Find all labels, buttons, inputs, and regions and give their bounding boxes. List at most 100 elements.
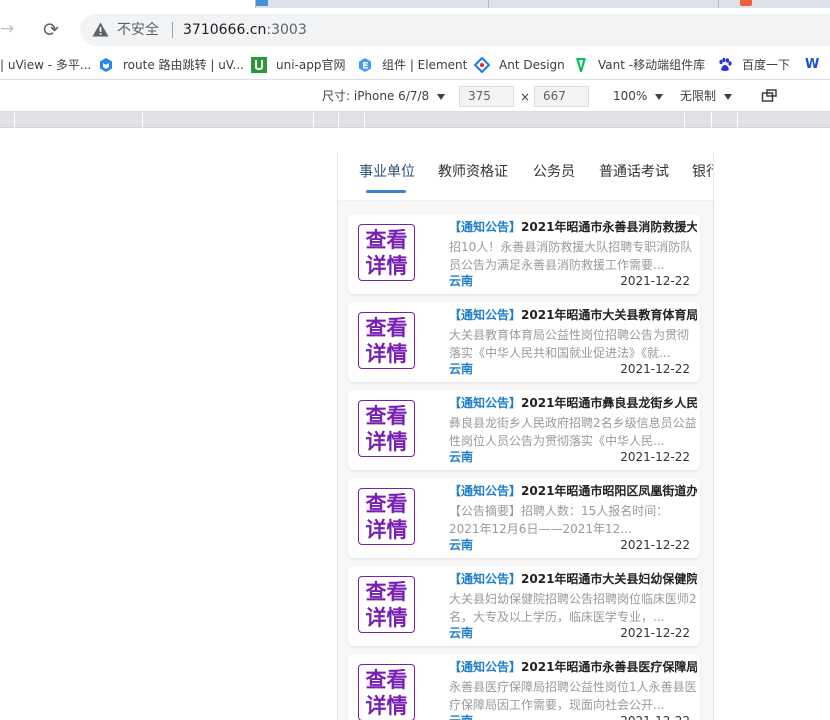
- card-title[interactable]: 【通知公告】2021年昭通市昭阳区凤凰街道办: [449, 483, 697, 499]
- card-region: 云南: [449, 450, 474, 464]
- device-select[interactable]: 尺寸: iPhone 6/7/8: [322, 88, 446, 104]
- bookmark-label: 组件 | Element: [382, 58, 468, 72]
- browser-toolbar: → ⟳ 不安全 3710666.cn:3003: [0, 8, 830, 50]
- chevron-down-icon: [655, 93, 664, 100]
- bookmark-label: | uView - 多平...: [0, 58, 92, 72]
- card-date: 2021-12-22: [620, 274, 690, 288]
- vant-icon: [576, 58, 586, 72]
- bookmark-baidu[interactable]: 百度一下: [717, 56, 790, 74]
- browser-tab[interactable]: [255, 0, 488, 8]
- view-details-thumbnail[interactable]: 查看 详情: [358, 224, 415, 281]
- security-label[interactable]: 不安全: [117, 21, 159, 39]
- thumb-text: 详情: [365, 518, 408, 542]
- card-date: 2021-12-22: [620, 538, 690, 552]
- thumb-text: 查看: [365, 492, 408, 516]
- width-input[interactable]: 375: [459, 86, 514, 107]
- card-region: 云南: [449, 713, 473, 720]
- notice-card[interactable]: 查看 详情 【通知公告】2021年昭通市永善县消防救援大 招10人！永善县消防救援…: [348, 214, 700, 294]
- bookmark-label: Ant Design: [499, 58, 565, 72]
- active-tab-indicator: [366, 190, 406, 193]
- tab-shiye[interactable]: 事业单位: [359, 162, 415, 182]
- view-details-thumbnail[interactable]: 查看 详情: [358, 400, 415, 457]
- thumb-text: 查看: [365, 228, 408, 252]
- card-tag: 【通知公告】: [449, 308, 522, 322]
- bookmark-route[interactable]: route 路由跳转 | uV...: [98, 56, 244, 74]
- zoom-label: 100%: [613, 89, 648, 103]
- card-description: 彝良县龙街乡人民政府招聘2名乡级信息员公益性岗位人员公告为贯彻落实《中华人民..…: [449, 416, 697, 448]
- times-sign: ×: [520, 90, 531, 104]
- card-description: 大关县妇幼保健院招聘公告招聘岗位临床医师2名，大专及以上学历，临床医学专业，..…: [449, 592, 697, 624]
- notice-card[interactable]: 查看 详情 【通知公告】2021年昭通市大关县教育体育局 大关县教育体育局公益性岗…: [348, 302, 700, 382]
- browser-chrome: → ⟳ 不安全 3710666.cn:3003 | uView - 多平... …: [0, 0, 830, 128]
- tab-teacher-cert[interactable]: 教师资格证: [438, 162, 508, 182]
- card-tag: 【通知公告】: [449, 220, 522, 234]
- notice-card[interactable]: 查看 详情 【通知公告】2021年昭通市永善县医疗保障局 永善县医疗保障局招聘公益…: [348, 654, 700, 720]
- card-description: 【公告摘要】招聘人数：15人报名时间：2021年12月6日——2021年12..…: [449, 504, 669, 536]
- thumb-text: 详情: [365, 606, 408, 630]
- card-title[interactable]: 【通知公告】2021年昭通市大关县教育体育局: [449, 307, 697, 323]
- height-input[interactable]: 667: [534, 86, 589, 107]
- card-region: 云南: [449, 538, 474, 552]
- element-icon: [359, 58, 371, 72]
- tab-bank[interactable]: 银行: [692, 162, 713, 182]
- browser-tab[interactable]: [718, 0, 730, 8]
- bookmark-element[interactable]: 组件 | Element: [357, 56, 467, 74]
- media-query-ruler: [0, 112, 830, 128]
- device-label: 尺寸: iPhone 6/7/8: [322, 89, 430, 103]
- throttle-select[interactable]: 无限制: [680, 88, 733, 104]
- view-details-thumbnail[interactable]: 查看 详情: [358, 576, 415, 633]
- bookmarks-bar: | uView - 多平... route 路由跳转 | uV... uni-a…: [0, 50, 830, 80]
- view-details-thumbnail[interactable]: 查看 详情: [358, 312, 415, 369]
- browser-tab[interactable]: [488, 0, 718, 8]
- bookmark-uniapp[interactable]: uni-app官网: [251, 56, 345, 74]
- thumb-text: 详情: [365, 694, 408, 718]
- w-icon: W: [805, 57, 820, 72]
- bookmark-w[interactable]: W: [805, 56, 819, 74]
- card-title[interactable]: 【通知公告】2021年昭通市永善县消防救援大: [449, 219, 697, 235]
- card-tag: 【通知公告】: [449, 660, 522, 674]
- card-title-text: 2021年昭通市彝良县龙街乡人民: [521, 396, 697, 410]
- view-details-thumbnail[interactable]: 查看 详情: [358, 488, 415, 545]
- address-bar[interactable]: 不安全 3710666.cn:3003: [80, 14, 830, 46]
- card-title-text: 2021年昭通市永善县消防救援大: [521, 220, 697, 234]
- category-tabs: 事业单位 教师资格证 公务员 普通话考试 银行: [338, 153, 713, 201]
- bookmark-antd[interactable]: Ant Design: [474, 56, 565, 74]
- chevron-down-icon: [724, 93, 733, 100]
- tab-strip: [0, 0, 830, 8]
- notice-card[interactable]: 查看 详情 【通知公告】2021年昭通市大关县妇幼保健院 大关县妇幼保健院招聘公告…: [348, 566, 700, 646]
- phone-screen: 事业单位 教师资格证 公务员 普通话考试 银行 查看详情 【通知公告】2021年…: [337, 153, 714, 720]
- active-tab[interactable]: [0, 0, 255, 8]
- reload-icon[interactable]: ⟳: [40, 19, 62, 41]
- card-description: 永善县医疗保障局招聘公益性岗位1人永善县医疗保障局因工作需要，现面向社会公开..…: [449, 680, 697, 712]
- browser-tab[interactable]: [730, 0, 830, 8]
- view-details-thumbnail[interactable]: 查看 详情: [358, 664, 415, 720]
- card-region: 云南: [449, 626, 474, 640]
- tab-civil-servant[interactable]: 公务员: [533, 162, 575, 182]
- thumb-text: 详情: [365, 430, 408, 454]
- tab-mandarin[interactable]: 普通话考试: [599, 162, 669, 182]
- bookmark-label: 百度一下: [742, 58, 791, 72]
- card-description: 大关县教育体育局公益性岗位招聘公告为贯彻落实《中华人民共和国就业促进法》《就..…: [449, 328, 690, 360]
- card-title[interactable]: 【通知公告】2021年昭通市彝良县龙街乡人民: [449, 395, 697, 411]
- card-description: 招10人！永善县消防救援大队招聘专职消防队员公告为满足永善县消防救援工作需要..…: [449, 240, 693, 272]
- card-tag: 【通知公告】: [449, 484, 522, 498]
- card-title[interactable]: 【通知公告】2021年昭通市永善县医疗保障局: [449, 659, 697, 675]
- bookmark-uview[interactable]: | uView - 多平...: [0, 56, 91, 74]
- rotate-icon[interactable]: [761, 88, 778, 104]
- zoom-select[interactable]: 100%: [613, 88, 664, 104]
- thumb-text: 查看: [365, 404, 408, 428]
- warning-icon[interactable]: [92, 22, 109, 37]
- forward-arrow-icon[interactable]: →: [0, 20, 16, 38]
- baidu-paw-icon: [719, 57, 732, 71]
- card-title[interactable]: 【通知公告】2021年昭通市大关县妇幼保健院: [449, 571, 697, 587]
- thumb-text: 查看: [365, 668, 408, 692]
- notice-card[interactable]: 查看 详情 【通知公告】2021年昭通市彝良县龙街乡人民 彝良县龙街乡人民政府招聘…: [348, 390, 700, 470]
- chevron-down-icon: [437, 93, 446, 100]
- card-region: 云南: [449, 274, 474, 288]
- thumb-text: 查看: [365, 316, 408, 340]
- notice-card[interactable]: 查看 详情 【通知公告】2021年昭通市昭阳区凤凰街道办 【公告摘要】招聘人数：1…: [348, 478, 700, 558]
- uview-logo-icon: [100, 58, 112, 72]
- url-text[interactable]: 3710666.cn:3003: [183, 21, 307, 39]
- bookmark-vant[interactable]: Vant -移动端组件库: [573, 56, 705, 74]
- uniapp-icon: [251, 57, 267, 73]
